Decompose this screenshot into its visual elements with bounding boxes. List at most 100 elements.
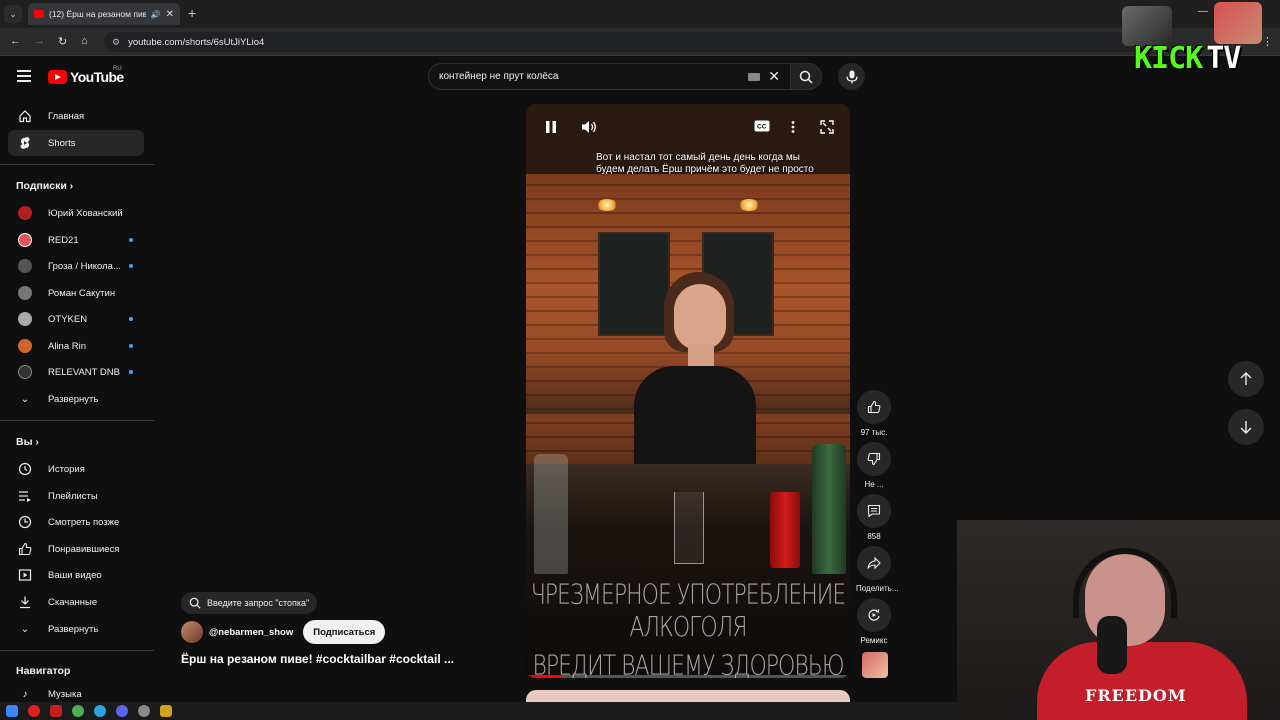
- subscriptions-title: Подписки: [16, 180, 67, 192]
- bottle: [534, 454, 568, 574]
- dislike-button[interactable]: Не ...: [856, 442, 892, 489]
- address-bar[interactable]: ⚙ youtube.com/shorts/6sUtJiYLio4: [104, 32, 1144, 52]
- sound-thumbnail[interactable]: [862, 652, 888, 678]
- channel-name: Юрий Хованский: [48, 207, 123, 219]
- telegram-icon[interactable]: [94, 705, 106, 717]
- sidebar-item-label: Shorts: [48, 137, 76, 149]
- sidebar-item-downloads[interactable]: Скачанные: [8, 589, 144, 615]
- volume-icon[interactable]: [581, 120, 597, 137]
- share-button[interactable]: Поделить...: [856, 546, 899, 593]
- share-icon: [867, 556, 881, 570]
- subscription-item[interactable]: Юрий Хованский: [8, 200, 144, 226]
- new-tab-button[interactable]: +: [188, 5, 196, 21]
- forward-icon[interactable]: →: [34, 35, 45, 47]
- subscription-item[interactable]: RELEVANT DNB: [8, 359, 144, 385]
- keyboard-icon[interactable]: [748, 72, 761, 81]
- pause-icon[interactable]: [544, 120, 558, 137]
- tab-search-button[interactable]: ⌄: [4, 5, 22, 23]
- search-suggestion-text: Введите запрос "стопка": [207, 598, 310, 608]
- kick-tv-logo: KICK TV: [1134, 40, 1241, 76]
- app-icon[interactable]: [160, 705, 172, 717]
- overlay-cam-thumbnail: [1214, 2, 1262, 44]
- sidebar-item-history[interactable]: История: [8, 456, 144, 482]
- browser-toolbar: ← → ↻ ⌂ ⚙ youtube.com/shorts/6sUtJiYLio4…: [0, 28, 1280, 56]
- previous-short-button[interactable]: [1228, 361, 1264, 397]
- warning-line: ЧРЕЗМЕРНОЕ УПОТРЕБЛЕНИЕ АЛКОГОЛЯ: [530, 579, 847, 644]
- sidebar-item-playlists[interactable]: Плейлисты: [8, 483, 144, 509]
- new-content-dot: [129, 317, 133, 321]
- browser-menu-icon[interactable]: ⋮: [1262, 35, 1273, 48]
- site-info-icon[interactable]: ⚙: [112, 37, 120, 48]
- search-button[interactable]: [790, 63, 822, 90]
- video-progress-bar[interactable]: [526, 675, 850, 678]
- back-icon[interactable]: ←: [10, 35, 21, 47]
- voice-search-button[interactable]: [838, 63, 865, 90]
- speaker-icon[interactable]: 🔊: [151, 10, 161, 19]
- subscription-item[interactable]: Гроза / Никола...: [8, 253, 144, 279]
- browser-tab[interactable]: (12) Ёрш на резаном пиве! #cocktailbar #…: [28, 3, 180, 25]
- url-text: youtube.com/shorts/6sUtJiYLio4: [128, 36, 265, 48]
- divider: [0, 164, 154, 165]
- youtube-play-icon: [48, 70, 67, 84]
- youtube-logo[interactable]: YouTube RU: [48, 66, 124, 85]
- reload-icon[interactable]: ↻: [58, 35, 67, 48]
- sidebar-item-your-videos[interactable]: Ваши видео: [8, 562, 144, 588]
- yandex-icon[interactable]: [50, 705, 62, 717]
- subscription-item[interactable]: RED21: [8, 227, 144, 253]
- health-warning: ЧРЕЗМЕРНОЕ УПОТРЕБЛЕНИЕ АЛКОГОЛЯ ВРЕДИТ …: [526, 580, 850, 679]
- channel-avatar[interactable]: [181, 621, 203, 643]
- sidebar-item-shorts[interactable]: Shorts: [8, 130, 144, 156]
- fullscreen-icon[interactable]: [820, 120, 834, 137]
- you-title: Вы: [16, 436, 33, 448]
- search-input[interactable]: контейнер не прут колёса ✕: [428, 63, 790, 90]
- sidebar-item-liked[interactable]: Понравившиеся: [8, 536, 144, 562]
- clear-search-icon[interactable]: ✕: [768, 68, 780, 85]
- navigator-heading: Навигатор: [16, 665, 71, 677]
- search-suggestion-chip[interactable]: Введите запрос "стопка": [181, 592, 318, 614]
- arrow-down-icon: [1240, 421, 1252, 434]
- sidebar-expand-subscriptions[interactable]: ⌄ Развернуть: [8, 386, 144, 412]
- subscription-item[interactable]: Роман Сакутин: [8, 280, 144, 306]
- channel-handle[interactable]: @nebarmen_show: [209, 627, 293, 638]
- channel-name: Гроза / Никола...: [48, 260, 121, 272]
- expand-label: Развернуть: [48, 623, 99, 635]
- sidebar-item-home[interactable]: Главная: [8, 103, 144, 129]
- subscription-item[interactable]: OTYKEN: [8, 306, 144, 332]
- like-button[interactable]: 97 тыс.: [856, 390, 892, 437]
- next-short-preview[interactable]: [526, 690, 850, 702]
- guide-menu-icon[interactable]: [17, 70, 31, 82]
- shorts-player[interactable]: CC Вот и настал тот самый день день когд…: [526, 104, 850, 678]
- close-tab-icon[interactable]: ✕: [166, 9, 174, 20]
- sidebar-item-watch-later[interactable]: Смотреть позже: [8, 509, 144, 535]
- shorts-icon: [18, 136, 32, 150]
- discord-icon[interactable]: [116, 705, 128, 717]
- minimize-window-button[interactable]: —: [1198, 6, 1208, 17]
- subscriptions-heading[interactable]: Подписки ›: [16, 180, 73, 192]
- subscribe-button[interactable]: Подписаться: [303, 620, 386, 644]
- beer-can: [770, 492, 800, 568]
- home-browser-icon[interactable]: ⌂: [81, 35, 88, 47]
- sidebar-item-label: Смотреть позже: [48, 516, 120, 528]
- remix-button[interactable]: Ремикс: [856, 598, 892, 645]
- chevron-right-icon: ›: [35, 437, 39, 448]
- channel-name: OTYKEN: [48, 313, 88, 325]
- you-heading[interactable]: Вы ›: [16, 436, 39, 448]
- captions-icon[interactable]: CC: [754, 120, 770, 135]
- chevron-right-icon: ›: [69, 181, 74, 192]
- chrome-icon[interactable]: [72, 705, 84, 717]
- headset: [1073, 548, 1177, 618]
- search-icon: [189, 597, 201, 609]
- svg-text:CC: CC: [757, 124, 767, 131]
- browser-tab-bar: ⌄ (12) Ёрш на резаном пиве! #cocktailbar…: [0, 0, 1280, 28]
- video-title[interactable]: Ёрш на резаном пиве! #cocktailbar #cockt…: [181, 652, 454, 666]
- more-options-icon[interactable]: [791, 120, 795, 137]
- yandex-browser-icon[interactable]: [28, 705, 40, 717]
- arrow-up-icon: [1240, 372, 1252, 385]
- sidebar-expand-you[interactable]: ⌄ Развернуть: [8, 616, 144, 642]
- obs-icon[interactable]: [138, 705, 150, 717]
- comments-button[interactable]: 858: [856, 494, 892, 541]
- next-short-button[interactable]: [1228, 409, 1264, 445]
- windows-start-icon[interactable]: [6, 705, 18, 717]
- progress-fill: [526, 675, 562, 678]
- subscription-item[interactable]: Alina Rin: [8, 333, 144, 359]
